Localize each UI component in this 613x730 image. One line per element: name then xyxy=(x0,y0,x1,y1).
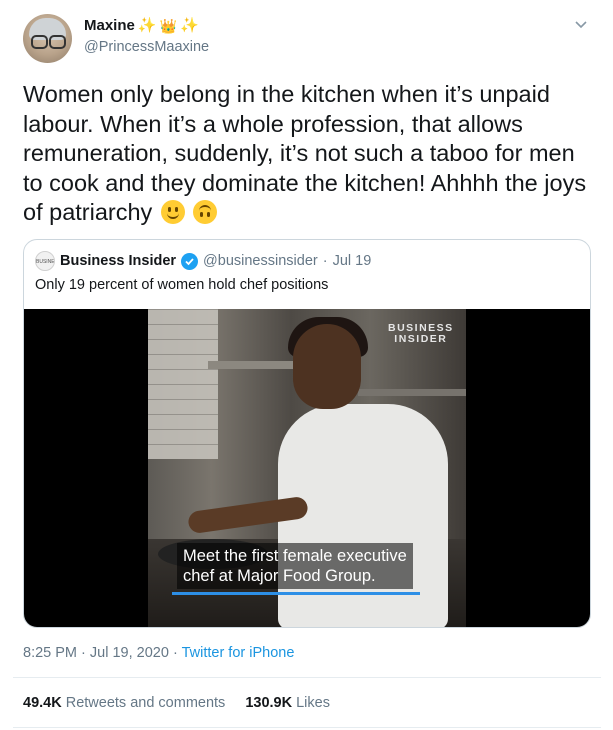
likes-label: Likes xyxy=(296,695,330,711)
chevron-down-icon[interactable] xyxy=(574,20,588,30)
quoted-date[interactable]: Jul 19 xyxy=(333,253,372,269)
chef-face xyxy=(293,324,361,409)
avatar[interactable] xyxy=(23,14,72,63)
author-name[interactable]: Maxine xyxy=(84,17,135,34)
retweets-stat[interactable]: 49.4K Retweets and comments xyxy=(23,695,225,711)
avatar-glasses-right xyxy=(49,35,66,49)
author-handle[interactable]: @PrincessMaaxine xyxy=(84,39,209,55)
video-player[interactable]: BUSINESS INSIDER Meet the first female e… xyxy=(24,309,590,627)
avatar-glasses-left xyxy=(31,35,48,49)
kitchen-shelf xyxy=(358,389,466,396)
tweet-time[interactable]: 8:25 PM xyxy=(23,645,77,661)
quoted-handle[interactable]: @businessinsider xyxy=(203,253,318,269)
likes-stat[interactable]: 130.9K Likes xyxy=(245,695,330,711)
meta-separator: · xyxy=(172,645,178,661)
verified-badge-icon xyxy=(181,252,199,270)
tweet-date[interactable]: Jul 19, 2020 xyxy=(90,645,169,661)
retweets-count: 49.4K xyxy=(23,695,62,711)
author-name-row[interactable]: Maxine ✨ 👑 ✨ xyxy=(84,17,199,34)
crown-icon: 👑 xyxy=(159,17,177,34)
tweet-body: Women only belong in the kitchen when it… xyxy=(23,81,587,225)
quoted-separator: · xyxy=(322,253,328,269)
quoted-tweet[interactable]: BUSINESS INSIDER Business Insider @busin… xyxy=(23,239,591,628)
tweet-source-link[interactable]: Twitter for iPhone xyxy=(182,645,295,661)
business-insider-watermark: BUSINESS INSIDER xyxy=(388,322,454,345)
tweet-text: Women only belong in the kitchen when it… xyxy=(23,80,593,228)
tweet-stats: 49.4K Retweets and comments 130.9K Likes xyxy=(23,695,330,711)
slightly-smiling-face-icon xyxy=(160,200,185,224)
upside-down-face-icon xyxy=(193,200,218,224)
caption-underline xyxy=(172,592,420,595)
business-insider-logo: BUSINESS INSIDER xyxy=(35,251,55,271)
video-caption-line: chef at Major Food Group. xyxy=(183,567,376,585)
video-caption-line: Meet the first female executive xyxy=(183,547,407,565)
quoted-tweet-text: Only 19 percent of women hold chef posit… xyxy=(35,277,329,293)
tweet-meta: 8:25 PM · Jul 19, 2020 · Twitter for iPh… xyxy=(23,645,294,661)
retweets-label: Retweets and comments xyxy=(65,695,226,711)
meta-separator: · xyxy=(81,645,86,661)
sparkles-icon: ✨ xyxy=(137,17,157,34)
video-caption: Meet the first female executive chef at … xyxy=(177,543,413,589)
divider xyxy=(13,677,601,678)
kitchen-tiles xyxy=(148,309,218,459)
divider xyxy=(13,727,601,728)
quoted-account-name[interactable]: Business Insider xyxy=(60,253,176,269)
sparkles-icon: ✨ xyxy=(179,17,199,34)
likes-count: 130.9K xyxy=(245,695,293,711)
quoted-tweet-header: BUSINESS INSIDER Business Insider @busin… xyxy=(35,251,371,271)
